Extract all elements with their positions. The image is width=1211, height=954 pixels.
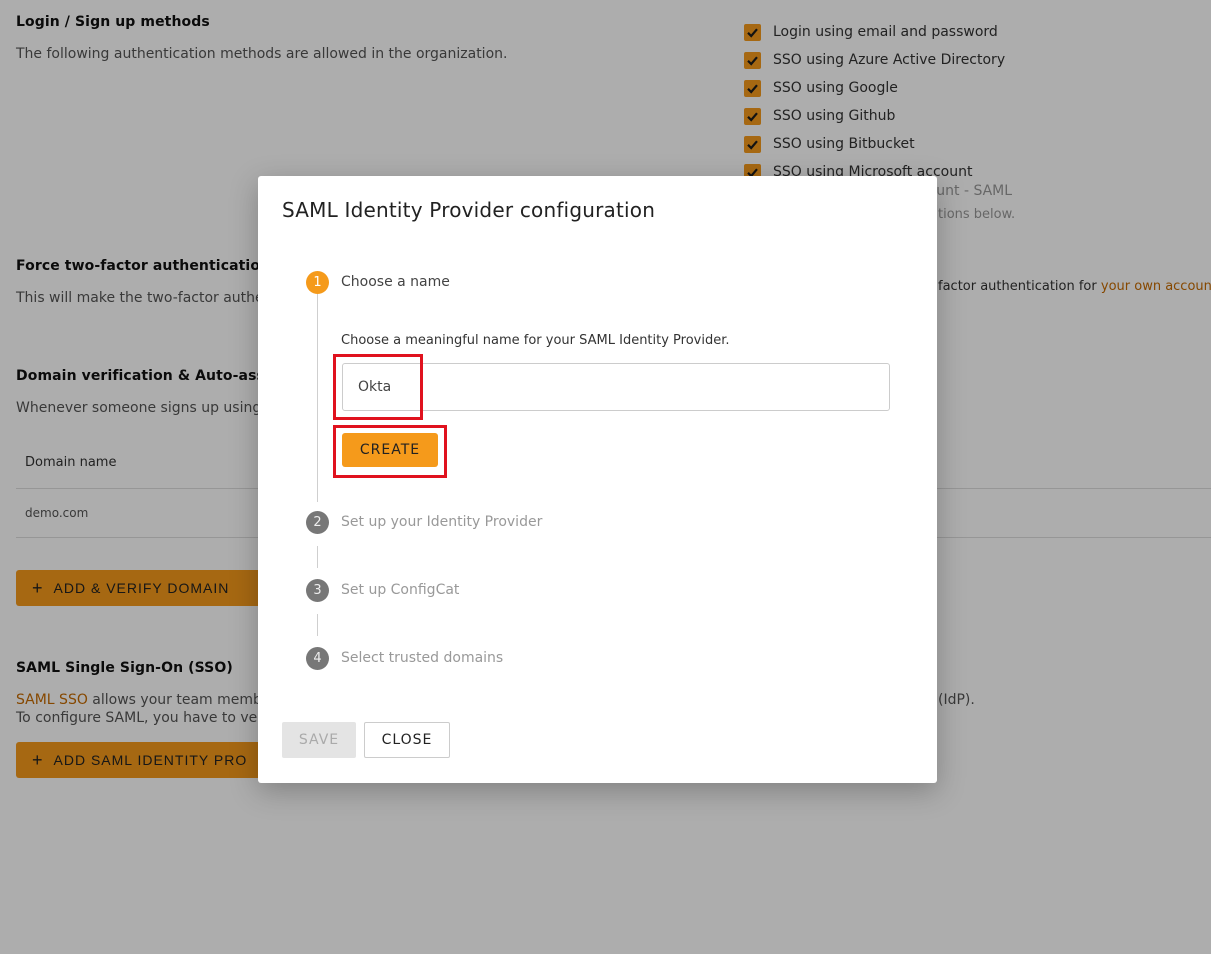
step-1-number: 1 (306, 271, 329, 294)
provider-name-input[interactable] (342, 363, 890, 411)
create-button[interactable]: CREATE (342, 433, 438, 467)
step-2-label: Set up your Identity Provider (341, 514, 543, 530)
step-2-number: 2 (306, 511, 329, 534)
step-3-label: Set up ConfigCat (341, 582, 460, 598)
saml-config-dialog: SAML Identity Provider configuration 1 C… (258, 176, 937, 783)
step-1-description: Choose a meaningful name for your SAML I… (341, 333, 730, 348)
stepper-connector (317, 546, 318, 568)
close-button[interactable]: CLOSE (364, 722, 450, 758)
step-1-label: Choose a name (341, 274, 450, 290)
dialog-title: SAML Identity Provider configuration (282, 198, 656, 222)
step-4-number: 4 (306, 647, 329, 670)
stepper-connector (317, 294, 318, 502)
save-button[interactable]: SAVE (282, 722, 356, 758)
stepper-connector (317, 614, 318, 636)
step-4-label: Select trusted domains (341, 650, 504, 666)
step-3-number: 3 (306, 579, 329, 602)
